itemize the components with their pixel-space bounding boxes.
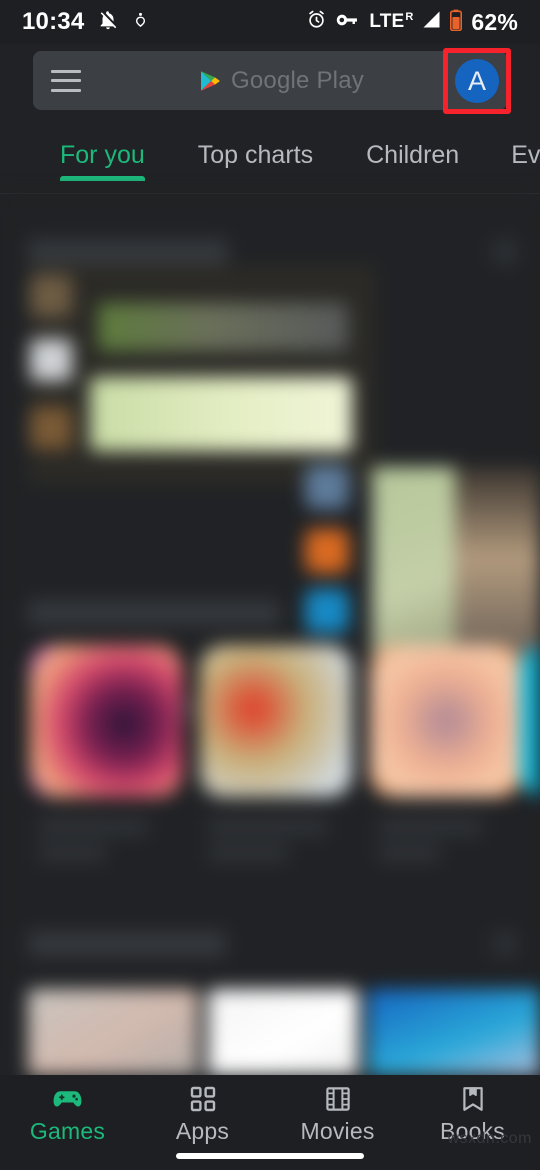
network-type-indicator: LTE R [369, 11, 414, 33]
featured-card[interactable] [28, 265, 376, 485]
section-title [28, 600, 280, 626]
notifications-off-icon [97, 9, 119, 36]
battery-icon [450, 9, 463, 36]
roaming-indicator: R [405, 11, 414, 23]
google-play-logo-icon [201, 70, 220, 91]
thumb[interactable] [30, 407, 72, 449]
featured-banner-b [90, 377, 352, 451]
nav-label: Movies [300, 1118, 375, 1144]
search-bar[interactable]: Google Play A [33, 48, 511, 114]
phone-screen: 10:34 LTE R 62% Google Play A For you To… [0, 0, 540, 1170]
app-tile[interactable] [305, 465, 349, 509]
tab-label: Top charts [197, 141, 314, 169]
status-bar-left: 10:34 [22, 8, 149, 36]
tab-for-you[interactable]: For you [60, 128, 145, 181]
network-label: LTE [369, 11, 405, 32]
feed-section-1[interactable] [0, 217, 540, 753]
media-card[interactable] [28, 989, 198, 1075]
active-tab-underline [60, 176, 145, 181]
app-subtitle [38, 844, 106, 862]
app-subtitle [208, 844, 288, 862]
tab-label: For you [60, 141, 145, 169]
feed-section-3[interactable] [0, 917, 540, 1075]
thumb[interactable] [30, 339, 72, 381]
watermark: wsxdn.com [447, 1130, 532, 1147]
section-title [28, 239, 228, 265]
app-tile[interactable] [200, 645, 352, 797]
app-tile[interactable] [30, 645, 182, 797]
app-title [208, 818, 328, 836]
battery-percent: 62% [471, 8, 518, 35]
tab-label: Even [511, 141, 540, 169]
account-avatar-highlight[interactable]: A [443, 48, 511, 114]
section-title [28, 931, 226, 957]
feed-section-2[interactable] [0, 590, 540, 900]
film-strip-icon [323, 1086, 353, 1112]
media-card[interactable] [208, 989, 358, 1075]
nav-label: Games [29, 1118, 106, 1144]
nav-item-movies[interactable]: Movies [270, 1086, 405, 1145]
signal-triangle-icon [421, 10, 441, 34]
app-tile[interactable] [520, 645, 540, 797]
tab-label: Children [366, 141, 460, 169]
tab-events[interactable]: Even [511, 128, 540, 170]
search-bar-center[interactable]: Google Play [75, 67, 489, 95]
avatar[interactable]: A [455, 59, 499, 103]
category-tab-bar[interactable]: For you Top charts Children Even [0, 128, 540, 194]
media-card[interactable] [368, 989, 540, 1075]
nav-label: Apps [175, 1118, 230, 1144]
app-title [38, 818, 148, 836]
heart-person-icon [132, 9, 149, 36]
app-grid-icon [188, 1086, 218, 1112]
nav-item-apps[interactable]: Apps [135, 1086, 270, 1145]
status-bar: 10:34 LTE R 62% [0, 0, 540, 44]
book-icon [458, 1086, 488, 1112]
vpn-key-icon [336, 12, 360, 33]
tab-top-charts[interactable]: Top charts [198, 128, 313, 170]
feed-content[interactable] [0, 195, 540, 1075]
nav-item-games[interactable]: Games [0, 1086, 135, 1145]
status-clock: 10:34 [22, 8, 85, 35]
tab-children[interactable]: Children [366, 128, 459, 170]
status-bar-right: LTE R 62% [306, 9, 518, 36]
featured-banner-a [98, 303, 348, 351]
section-more-button[interactable] [492, 931, 518, 957]
app-tile[interactable] [370, 645, 522, 797]
bottom-navigation-bar[interactable]: Games Apps Movies Books wsxdn.com [0, 1075, 540, 1170]
search-placeholder: Google Play [231, 66, 364, 94]
alarm-icon [306, 9, 327, 35]
app-tile[interactable] [305, 529, 349, 573]
home-indicator[interactable] [176, 1153, 364, 1159]
thumb[interactable] [30, 275, 72, 317]
app-subtitle [378, 844, 440, 862]
app-title [378, 818, 482, 836]
gamepad-icon [53, 1086, 83, 1112]
section-more-button[interactable] [492, 239, 518, 265]
